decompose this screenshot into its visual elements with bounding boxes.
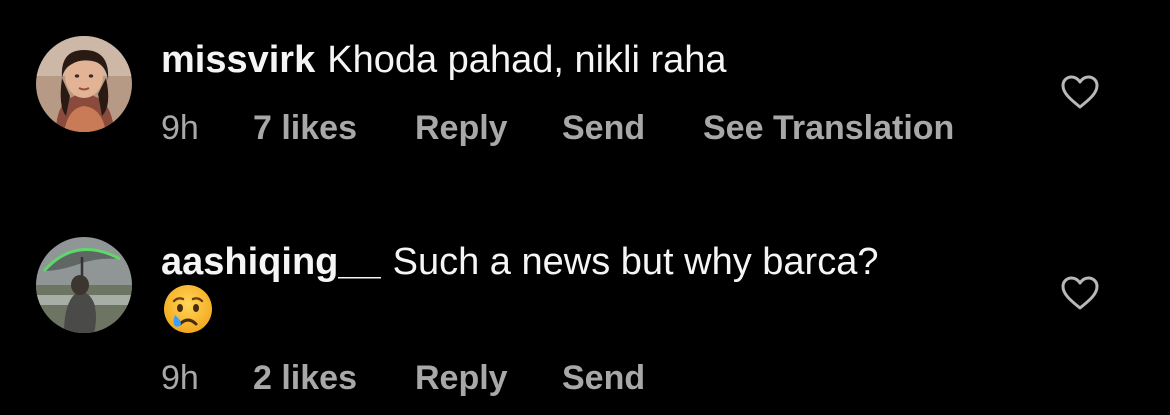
- reply-button[interactable]: Reply: [415, 358, 508, 398]
- see-translation-button[interactable]: See Translation: [703, 108, 954, 148]
- heart-outline-icon: [1061, 276, 1099, 310]
- heart-outline-icon: [1061, 75, 1099, 109]
- comment-text-line: missvirk Khoda pahad, nikli raha: [161, 38, 727, 82]
- avatar[interactable]: [36, 237, 132, 333]
- likes-count[interactable]: 7 likes: [253, 108, 357, 148]
- comment-username[interactable]: missvirk: [161, 39, 315, 81]
- comment-text: Khoda pahad, nikli raha: [327, 39, 727, 81]
- like-button[interactable]: [1060, 74, 1100, 110]
- send-button[interactable]: Send: [562, 358, 645, 398]
- comment-item: aashiqing__ Such a news but why barca? 9h…: [0, 170, 1170, 415]
- reply-button[interactable]: Reply: [415, 108, 508, 148]
- comment-text: Such a news but why barca?: [392, 241, 879, 283]
- comment-text-line: aashiqing__ Such a news but why barca?: [161, 240, 878, 284]
- comment-item: missvirk Khoda pahad, nikli raha 9h 7 lik…: [0, 0, 1170, 170]
- comment-username[interactable]: aashiqing__: [161, 241, 381, 283]
- avatar-image: [36, 36, 132, 132]
- crying-face-emoji: [161, 282, 215, 336]
- crying-face-icon: [164, 285, 212, 333]
- avatar[interactable]: [36, 36, 132, 132]
- send-button[interactable]: Send: [562, 108, 645, 148]
- likes-count[interactable]: 2 likes: [253, 358, 357, 398]
- like-button[interactable]: [1060, 275, 1100, 311]
- comment-time: 9h: [161, 109, 199, 147]
- avatar-image: [36, 237, 132, 333]
- comment-time: 9h: [161, 359, 199, 397]
